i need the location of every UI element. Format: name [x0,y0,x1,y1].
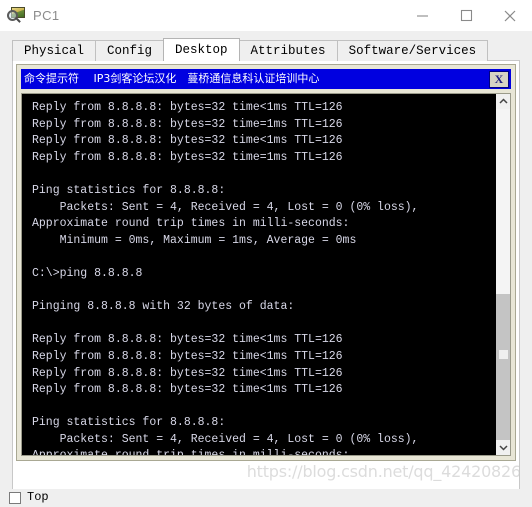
device-tabs: Physical Config Desktop Attributes Softw… [0,31,532,61]
top-checkbox-label: Top [27,490,49,504]
console-output[interactable]: Reply from 8.8.8.8: bytes=32 time<1ms TT… [22,94,495,455]
top-checkbox[interactable] [9,492,21,504]
packet-tracer-inspect-icon [7,6,27,26]
console-line: Reply from 8.8.8.8: bytes=32 time<1ms TT… [32,101,343,114]
maximize-button[interactable] [444,0,488,31]
tab-software-services[interactable]: Software/Services [336,40,489,61]
scrollbar-thumb[interactable] [496,294,510,440]
maximize-icon [460,9,472,22]
console-line: Ping statistics for 8.8.8.8: [32,416,226,430]
console-line: Reply from 8.8.8.8: bytes=32 time=1ms TT… [32,150,343,164]
minimize-button[interactable] [400,0,444,31]
console-line: Reply from 8.8.8.8: bytes=32 time<1ms TT… [32,333,343,347]
console-line: Reply from 8.8.8.8: bytes=32 time<1ms TT… [32,349,343,363]
console-line: Reply from 8.8.8.8: bytes=32 time=1ms TT… [32,117,343,131]
minimize-icon [416,15,428,17]
command-prompt-titlebar: 命令提示符 IP3剑客论坛汉化 蔓桥通信息科认证培训中心 X [21,69,511,89]
chevron-up-icon [498,98,508,104]
console-line: Approximate round trip times in milli-se… [32,448,495,455]
tab-attributes[interactable]: Attributes [238,40,338,61]
console-line: Minimum = 0ms, Maximum = 1ms, Average = … [32,233,357,247]
console-line: Pinging 8.8.8.8 with 32 bytes of data: [32,300,295,314]
close-button[interactable] [488,0,532,31]
command-prompt-body: Reply from 8.8.8.8: bytes=32 time<1ms TT… [21,93,511,456]
console-line: Ping statistics for 8.8.8.8: [32,183,226,197]
scrollbar-thumb-grip [499,349,508,359]
close-icon [504,10,516,21]
desktop-footer: Top [0,489,532,507]
desktop-panel: 命令提示符 IP3剑客论坛汉化 蔓桥通信息科认证培训中心 X Reply fro… [12,61,520,489]
console-line: Reply from 8.8.8.8: bytes=32 time<1ms TT… [32,383,343,397]
window-controls [400,0,532,31]
scrollbar-track[interactable] [496,109,510,440]
command-prompt-title: 命令提示符 IP3剑客论坛汉化 蔓桥通信息科认证培训中心 [24,72,320,85]
window-titlebar: PC1 [0,0,532,31]
console-line: Reply from 8.8.8.8: bytes=32 time<1ms TT… [32,366,343,380]
scroll-up-button[interactable] [496,94,510,109]
tab-config[interactable]: Config [95,40,165,61]
console-line: Packets: Sent = 4, Received = 4, Lost = … [32,432,419,446]
pc-device-window: PC1 Physical Config Desktop Attributes S… [0,0,532,507]
command-prompt-close-button[interactable]: X [489,70,509,88]
console-line: Reply from 8.8.8.8: bytes=32 time<1ms TT… [32,134,343,148]
console-scrollbar[interactable] [495,94,510,455]
console-line: Packets: Sent = 4, Received = 4, Lost = … [32,200,419,214]
tab-physical[interactable]: Physical [12,40,97,61]
watermark: https://blog.csdn.net/qq_42420826 [246,462,520,481]
console-line: Approximate round trip times in milli-se… [32,217,350,231]
console-line: C:\>ping 8.8.8.8 [32,266,143,280]
command-prompt-window: 命令提示符 IP3剑客论坛汉化 蔓桥通信息科认证培训中心 X Reply fro… [16,64,516,461]
window-title: PC1 [33,8,60,23]
tab-desktop[interactable]: Desktop [163,38,240,61]
scroll-down-button[interactable] [496,440,510,455]
chevron-down-icon [498,445,508,451]
